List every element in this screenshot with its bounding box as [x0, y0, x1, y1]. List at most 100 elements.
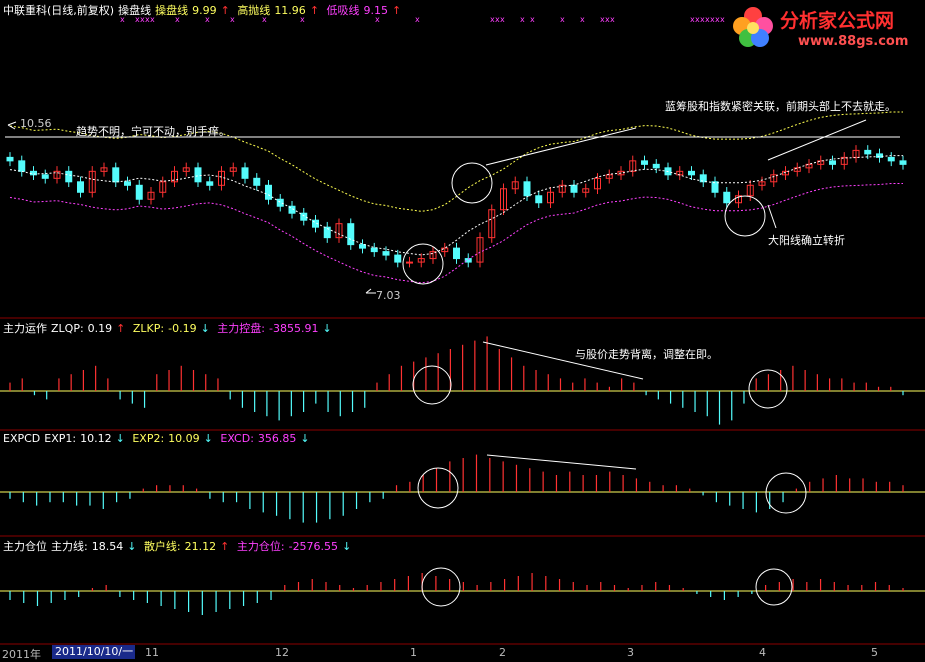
stock-title: 中联重科(日线,前复权)	[3, 4, 115, 17]
candle-body	[359, 244, 366, 249]
high-price-pointer-icon	[7, 121, 17, 130]
signal-x-mark: x	[530, 15, 535, 24]
candle-body	[652, 163, 660, 169]
annotation-bigyang: 大阳线确立转折	[768, 234, 845, 247]
arrow-down-icon: ↓	[300, 432, 310, 445]
arrow-down-icon: ↓	[200, 322, 210, 335]
axis-month-1: 1	[410, 646, 417, 659]
candle-body	[194, 167, 202, 183]
highlight-circle	[451, 162, 493, 204]
arrow-up-icon: ↑	[116, 322, 126, 335]
candle-body	[688, 170, 695, 176]
arrow-up-icon: ↑	[309, 4, 320, 17]
arrow-down-icon: ↓	[115, 432, 125, 445]
low-price-pointer-icon	[365, 288, 376, 294]
exp1-label: EXP1:	[44, 432, 77, 445]
candle-body	[394, 254, 402, 263]
caopan-label: 操盘线	[118, 4, 152, 17]
high-price-label: 10.56	[20, 117, 52, 130]
candle-body	[124, 181, 131, 186]
candle-body	[641, 160, 648, 165]
candle-body	[711, 181, 719, 193]
zlqp-value: 0.19	[87, 322, 113, 335]
zhuli-line-label: 主力线:	[51, 540, 88, 553]
candle-body	[300, 212, 308, 221]
axis-month-12: 12	[275, 646, 289, 659]
excd-label: EXCD:	[220, 432, 254, 445]
annotation-diverge: 与股价走势背离，调整在即。	[575, 348, 718, 361]
axis-month-4: 4	[759, 646, 766, 659]
panel-name: EXPCD	[3, 432, 41, 445]
highlight-circle	[755, 568, 793, 606]
candle-body	[347, 223, 355, 246]
zhukong-value: -3855.91	[269, 322, 319, 335]
candle-body	[829, 160, 836, 165]
highlight-circle	[417, 467, 459, 509]
signal-x-mark: x	[500, 15, 505, 24]
candle-body	[6, 156, 14, 162]
axis-month-11: 11	[145, 646, 159, 659]
candle-body	[723, 191, 731, 204]
signal-x-mark: x	[520, 15, 525, 24]
date-cursor[interactable]: 2011/10/10/一	[52, 645, 135, 659]
zhuli-line-value: 18.54	[91, 540, 124, 553]
highlight-circle	[765, 472, 807, 514]
candle-body	[135, 184, 143, 200]
axis-month-5: 5	[871, 646, 878, 659]
arrow-down-icon: ↓	[322, 322, 332, 335]
signal-x-mark: x	[580, 15, 585, 24]
candle-body	[864, 149, 872, 155]
zlkp-label: ZLKP:	[132, 322, 165, 335]
flower-logo-icon	[733, 7, 773, 47]
exp2-value: 10.09	[168, 432, 200, 445]
candle-body	[112, 167, 120, 183]
signal-x-mark: x	[610, 15, 615, 24]
zhukong-label: 主力控盘:	[217, 322, 266, 335]
panel-expcd-header: EXPCD EXP1: 10.12 ↓ EXP2: 10.09 ↓ EXCD: 356.85…	[3, 432, 314, 445]
low-price-label: 7.03	[376, 289, 401, 302]
arrow-down-icon: ↓	[127, 540, 137, 553]
exp1-value: 10.12	[80, 432, 112, 445]
candle-body	[523, 181, 531, 197]
panel-name: 主力仓位	[3, 540, 47, 553]
dixi-label: 低吸线	[326, 4, 360, 17]
caopan-line-label: 操盘线	[155, 4, 189, 17]
arrow-down-icon: ↓	[203, 432, 213, 445]
site-logo: 分析家公式网 www.88gs.com	[728, 4, 920, 54]
arrow-up-icon: ↑	[392, 4, 402, 17]
zlkp-value: -0.19	[168, 322, 197, 335]
gaopao-label: 高抛线	[237, 4, 271, 17]
zhuli-yunzuo-bars	[0, 336, 925, 425]
candle-body	[65, 170, 73, 183]
candle-body	[30, 170, 37, 176]
candle-body	[899, 160, 907, 165]
panel-zhuli-header: 主力运作 ZLQP: 0.19 ↑ ZLKP: -0.19 ↓ 主力控盘: -3855.91…	[3, 320, 336, 336]
candle-body	[241, 167, 249, 179]
cangwei-value: -2576.55	[288, 540, 339, 553]
candle-body	[265, 184, 272, 200]
logo-title: 分析家公式网	[780, 10, 895, 32]
trend-line	[485, 127, 637, 166]
candle-body	[18, 160, 26, 172]
signal-x-mark: x	[560, 15, 565, 24]
candle-body	[206, 181, 214, 186]
arrow-up-icon: ↑	[220, 540, 230, 553]
trend-line	[767, 119, 867, 161]
exp2-label: EXP2:	[132, 432, 165, 445]
excd-value: 356.85	[257, 432, 297, 445]
highlight-circle	[412, 365, 452, 405]
highlight-circle	[724, 195, 766, 237]
sanhu-value: 21.12	[184, 540, 217, 553]
axis-month-3: 3	[627, 646, 634, 659]
candle-body	[535, 195, 543, 204]
main-panel-header: 中联重科(日线,前复权) 操盘线 操盘线 9.99 ↑ 高抛线 11.96 ↑ 低吸线 9.1…	[3, 2, 405, 18]
signal-x-mark: x	[415, 15, 420, 24]
annotation-trend: 趋势不明，宁可不动，别手痒。	[76, 125, 230, 138]
candle-body	[382, 251, 390, 256]
caopan-value: 9.99	[192, 4, 217, 17]
arrow-up-icon: ↑	[220, 4, 230, 17]
panel-name: 主力运作	[3, 322, 47, 335]
axis-month-2: 2	[499, 646, 506, 659]
candle-body	[406, 261, 413, 264]
bigyang-pointer-icon	[767, 204, 777, 229]
